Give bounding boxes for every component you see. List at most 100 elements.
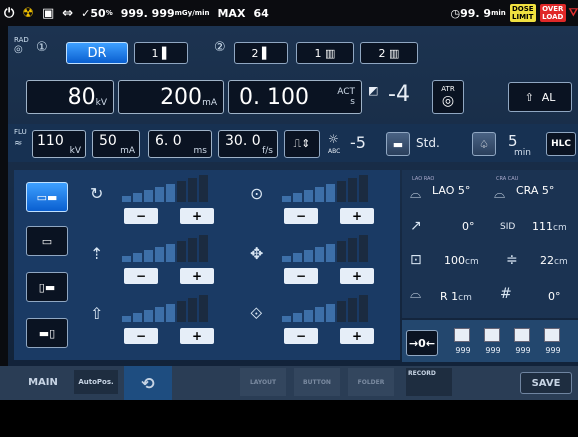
- layout-preset-1[interactable]: 999: [450, 324, 476, 360]
- increase-button[interactable]: +: [180, 328, 214, 344]
- decrease-button[interactable]: −: [284, 328, 318, 344]
- level-segment: [166, 304, 175, 322]
- level-segment: [326, 304, 335, 322]
- level-segment: [282, 196, 291, 202]
- decrease-button[interactable]: −: [284, 268, 318, 284]
- level-segment: [359, 235, 368, 262]
- level-segment: [144, 190, 153, 202]
- lao-rao-label: LAO RAO: [412, 176, 435, 182]
- lao-label: LAO: [432, 184, 455, 197]
- tilt-icon: ↻: [90, 184, 104, 203]
- decrease-button[interactable]: −: [124, 328, 158, 344]
- level-segment: [304, 190, 313, 202]
- level-segment: [315, 307, 324, 322]
- level-segment: [188, 298, 197, 322]
- layout-count: 999: [545, 346, 561, 355]
- flu-ma-value: 50: [99, 133, 117, 149]
- distance-readout: 22cm: [540, 254, 568, 267]
- flu-kv-field[interactable]: 110 kV: [32, 130, 86, 158]
- flu-label: FLU: [14, 128, 27, 136]
- lift-icon: ⇡: [90, 244, 104, 263]
- status-bar: ⏻ ☢ ▣ ⇔ ✓ 50% 999. 999 mGy/min MAX 64 ◷ 9…: [0, 0, 578, 26]
- layout-preset-3[interactable]: 999: [510, 324, 536, 360]
- square-icon: ▣: [41, 5, 55, 21]
- increase-button[interactable]: +: [340, 208, 374, 224]
- rotation-readout: 0°: [462, 220, 475, 233]
- rad-time-field[interactable]: 0. 100 ACT s: [228, 80, 362, 114]
- warning-icon: ①: [36, 40, 48, 55]
- grid-2-button[interactable]: 2 ▥: [360, 42, 418, 64]
- layout-icon: [454, 328, 470, 342]
- max-value: 64: [253, 6, 269, 20]
- decrease-button[interactable]: −: [284, 208, 318, 224]
- positioner-tab-icon: ⟲: [141, 373, 155, 393]
- level-segment: [133, 253, 142, 262]
- height-icon: ⊡: [410, 252, 422, 268]
- rad-kv-unit: kV: [95, 98, 107, 108]
- flu-fps-unit: f/s: [262, 146, 273, 156]
- center-button[interactable]: →0←: [406, 330, 438, 356]
- level-segment: [155, 187, 164, 202]
- level-segment: [293, 193, 302, 202]
- flu-ma-field[interactable]: 50 mA: [92, 130, 140, 158]
- flu-ms-unit: ms: [193, 146, 207, 156]
- sun-icon: ☼: [328, 132, 339, 146]
- main-tab[interactable]: MAIN: [16, 370, 70, 394]
- flu-fps-field[interactable]: 30. 0 f/s: [218, 130, 278, 158]
- dose-unit: mGy/min: [174, 9, 210, 17]
- layout-preset-4[interactable]: 999: [540, 324, 566, 360]
- detector-1-button[interactable]: 1 ▌: [134, 42, 188, 64]
- position-3-button[interactable]: ▯▬: [26, 272, 68, 302]
- decrease-button[interactable]: −: [124, 208, 158, 224]
- lao-icon: ⌓: [410, 186, 422, 202]
- pulse-button[interactable]: ⎍⇕: [284, 130, 320, 158]
- save-button[interactable]: SAVE: [520, 372, 572, 394]
- crosshair-icon: #: [500, 286, 512, 302]
- lateral-direction: R: [440, 290, 448, 303]
- position-4-button[interactable]: ▬▯: [26, 318, 68, 348]
- flu-ms-field[interactable]: 6. 0 ms: [148, 130, 212, 158]
- rad-kv-field[interactable]: 80 kV: [26, 80, 114, 114]
- sid-label: SID: [500, 222, 516, 232]
- atr-button[interactable]: ATR ◎: [432, 80, 464, 114]
- level-segment: [133, 193, 142, 202]
- grid-2-label: 2: [378, 46, 386, 60]
- rad-ma-field[interactable]: 200 mA: [118, 80, 224, 114]
- level-segment: [188, 178, 197, 202]
- increase-button[interactable]: +: [340, 328, 374, 344]
- positioner-tab[interactable]: ⟲: [124, 366, 172, 400]
- angle-readout: 0°: [548, 290, 561, 303]
- level-segment: [337, 301, 346, 322]
- decrease-button[interactable]: −: [124, 268, 158, 284]
- flu-ms-value: 6. 0: [155, 133, 182, 149]
- dose-rate: 50: [90, 6, 106, 20]
- level-segment: [177, 241, 186, 262]
- hlc-button[interactable]: HLC: [546, 132, 576, 156]
- increase-button[interactable]: +: [180, 268, 214, 284]
- cra-label: CRA: [516, 184, 539, 197]
- abc-control[interactable]: ☼ ABC -5: [326, 130, 386, 158]
- lao-value: 5: [457, 184, 465, 197]
- arm-icon: ⊙: [250, 184, 264, 203]
- layout-preset-2[interactable]: 999: [480, 324, 506, 360]
- increase-button[interactable]: +: [340, 268, 374, 284]
- monitor-button[interactable]: ▬: [386, 132, 410, 156]
- level-segment: [166, 184, 175, 202]
- dr-button[interactable]: DR: [66, 42, 128, 64]
- timer-value: 99. 9: [460, 6, 492, 20]
- autopos-tab[interactable]: AutoPos.: [74, 370, 118, 394]
- height-adjust-icon: ⇧: [90, 304, 104, 323]
- al-button[interactable]: ⇧ AL: [508, 82, 572, 112]
- grid-1-button[interactable]: 1 ▥: [296, 42, 354, 64]
- power-icon[interactable]: ⏻: [4, 6, 14, 21]
- position-1-button[interactable]: ▭▬: [26, 182, 68, 212]
- distance-unit: cm: [554, 257, 568, 267]
- pen-icon: ✓: [81, 6, 91, 20]
- increase-button[interactable]: +: [180, 208, 214, 224]
- record-tab[interactable]: RECORD: [406, 368, 452, 396]
- position-2-button[interactable]: ▭: [26, 226, 68, 256]
- detector-2-button[interactable]: 2 ▌: [234, 42, 288, 64]
- bell-button[interactable]: ♤: [472, 132, 496, 156]
- monitor-icon: ▬: [392, 137, 404, 151]
- level-segment: [155, 307, 164, 322]
